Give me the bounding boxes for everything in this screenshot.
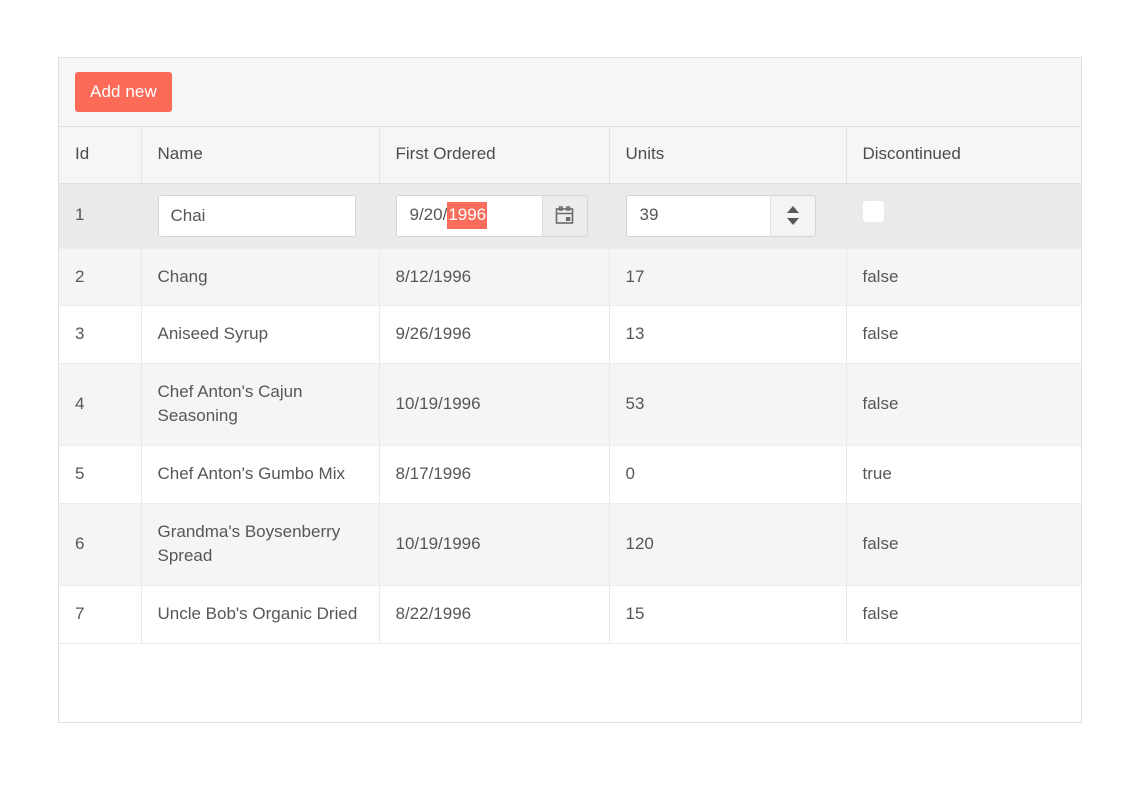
cell-units-editor: 39 bbox=[609, 183, 846, 248]
cell-first-ordered: 10/19/1996 bbox=[379, 363, 609, 445]
cell-name: Uncle Bob's Organic Dried bbox=[141, 585, 379, 643]
units-spinner bbox=[770, 196, 815, 236]
cell-name: Chef Anton's Gumbo Mix bbox=[141, 446, 379, 504]
table-row-editing: 1 9/20/1996 bbox=[59, 183, 1081, 248]
spinner-up-icon[interactable] bbox=[787, 206, 799, 213]
grid-body: 1 9/20/1996 bbox=[59, 183, 1081, 643]
cell-first-ordered: 8/22/1996 bbox=[379, 585, 609, 643]
cell-discontinued-editor bbox=[846, 183, 1081, 248]
calendar-icon[interactable] bbox=[542, 196, 587, 236]
cell-name: Grandma's Boysenberry Spread bbox=[141, 503, 379, 585]
cell-id: 5 bbox=[59, 446, 141, 504]
units-numeric-stepper[interactable]: 39 bbox=[626, 195, 816, 237]
cell-units: 120 bbox=[609, 503, 846, 585]
cell-units: 13 bbox=[609, 306, 846, 364]
cell-id: 3 bbox=[59, 306, 141, 364]
cell-date-editor: 9/20/1996 bbox=[379, 183, 609, 248]
cell-first-ordered: 8/12/1996 bbox=[379, 248, 609, 306]
cell-units: 15 bbox=[609, 585, 846, 643]
cell-id: 6 bbox=[59, 503, 141, 585]
cell-discontinued: false bbox=[846, 585, 1081, 643]
add-new-button[interactable]: Add new bbox=[75, 72, 172, 112]
cell-units: 17 bbox=[609, 248, 846, 306]
cell-id: 7 bbox=[59, 585, 141, 643]
spinner-down-icon[interactable] bbox=[787, 218, 799, 225]
column-header-discontinued[interactable]: Discontinued bbox=[846, 127, 1081, 183]
cell-first-ordered: 10/19/1996 bbox=[379, 503, 609, 585]
cell-id: 2 bbox=[59, 248, 141, 306]
discontinued-checkbox[interactable] bbox=[863, 201, 884, 222]
date-input[interactable]: 9/20/1996 bbox=[397, 196, 542, 236]
header-row: Id Name First Ordered Units Discontinued bbox=[59, 127, 1081, 183]
table-row: 6 Grandma's Boysenberry Spread 10/19/199… bbox=[59, 503, 1081, 585]
column-header-units[interactable]: Units bbox=[609, 127, 846, 183]
column-header-id[interactable]: Id bbox=[59, 127, 141, 183]
cell-discontinued: true bbox=[846, 446, 1081, 504]
cell-discontinued: false bbox=[846, 503, 1081, 585]
cell-name: Chef Anton's Cajun Seasoning bbox=[141, 363, 379, 445]
cell-name: Aniseed Syrup bbox=[141, 306, 379, 364]
table-row: 5 Chef Anton's Gumbo Mix 8/17/1996 0 tru… bbox=[59, 446, 1081, 504]
column-header-first-ordered[interactable]: First Ordered bbox=[379, 127, 609, 183]
cell-discontinued: false bbox=[846, 363, 1081, 445]
cell-units: 53 bbox=[609, 363, 846, 445]
column-header-name[interactable]: Name bbox=[141, 127, 379, 183]
data-grid: Add new Id Name First Ordered Units Disc… bbox=[58, 57, 1082, 723]
table-row: 3 Aniseed Syrup 9/26/1996 13 false bbox=[59, 306, 1081, 364]
cell-first-ordered: 9/26/1996 bbox=[379, 306, 609, 364]
table-row: 4 Chef Anton's Cajun Seasoning 10/19/199… bbox=[59, 363, 1081, 445]
name-input[interactable] bbox=[158, 195, 356, 237]
grid-toolbar: Add new bbox=[59, 58, 1081, 127]
table-row: 7 Uncle Bob's Organic Dried 8/22/1996 15… bbox=[59, 585, 1081, 643]
grid-header: Id Name First Ordered Units Discontinued bbox=[59, 127, 1081, 183]
grid-table: Id Name First Ordered Units Discontinued… bbox=[59, 127, 1081, 644]
date-prefix-text: 9/20/ bbox=[410, 203, 448, 228]
table-row: 2 Chang 8/12/1996 17 false bbox=[59, 248, 1081, 306]
cell-units: 0 bbox=[609, 446, 846, 504]
cell-name-editor bbox=[141, 183, 379, 248]
cell-id: 1 bbox=[59, 183, 141, 248]
cell-id: 4 bbox=[59, 363, 141, 445]
date-picker[interactable]: 9/20/1996 bbox=[396, 195, 588, 237]
date-year-segment-selected[interactable]: 1996 bbox=[447, 202, 487, 230]
cell-discontinued: false bbox=[846, 306, 1081, 364]
units-input[interactable]: 39 bbox=[627, 196, 770, 236]
cell-discontinued: false bbox=[846, 248, 1081, 306]
cell-name: Chang bbox=[141, 248, 379, 306]
cell-first-ordered: 8/17/1996 bbox=[379, 446, 609, 504]
